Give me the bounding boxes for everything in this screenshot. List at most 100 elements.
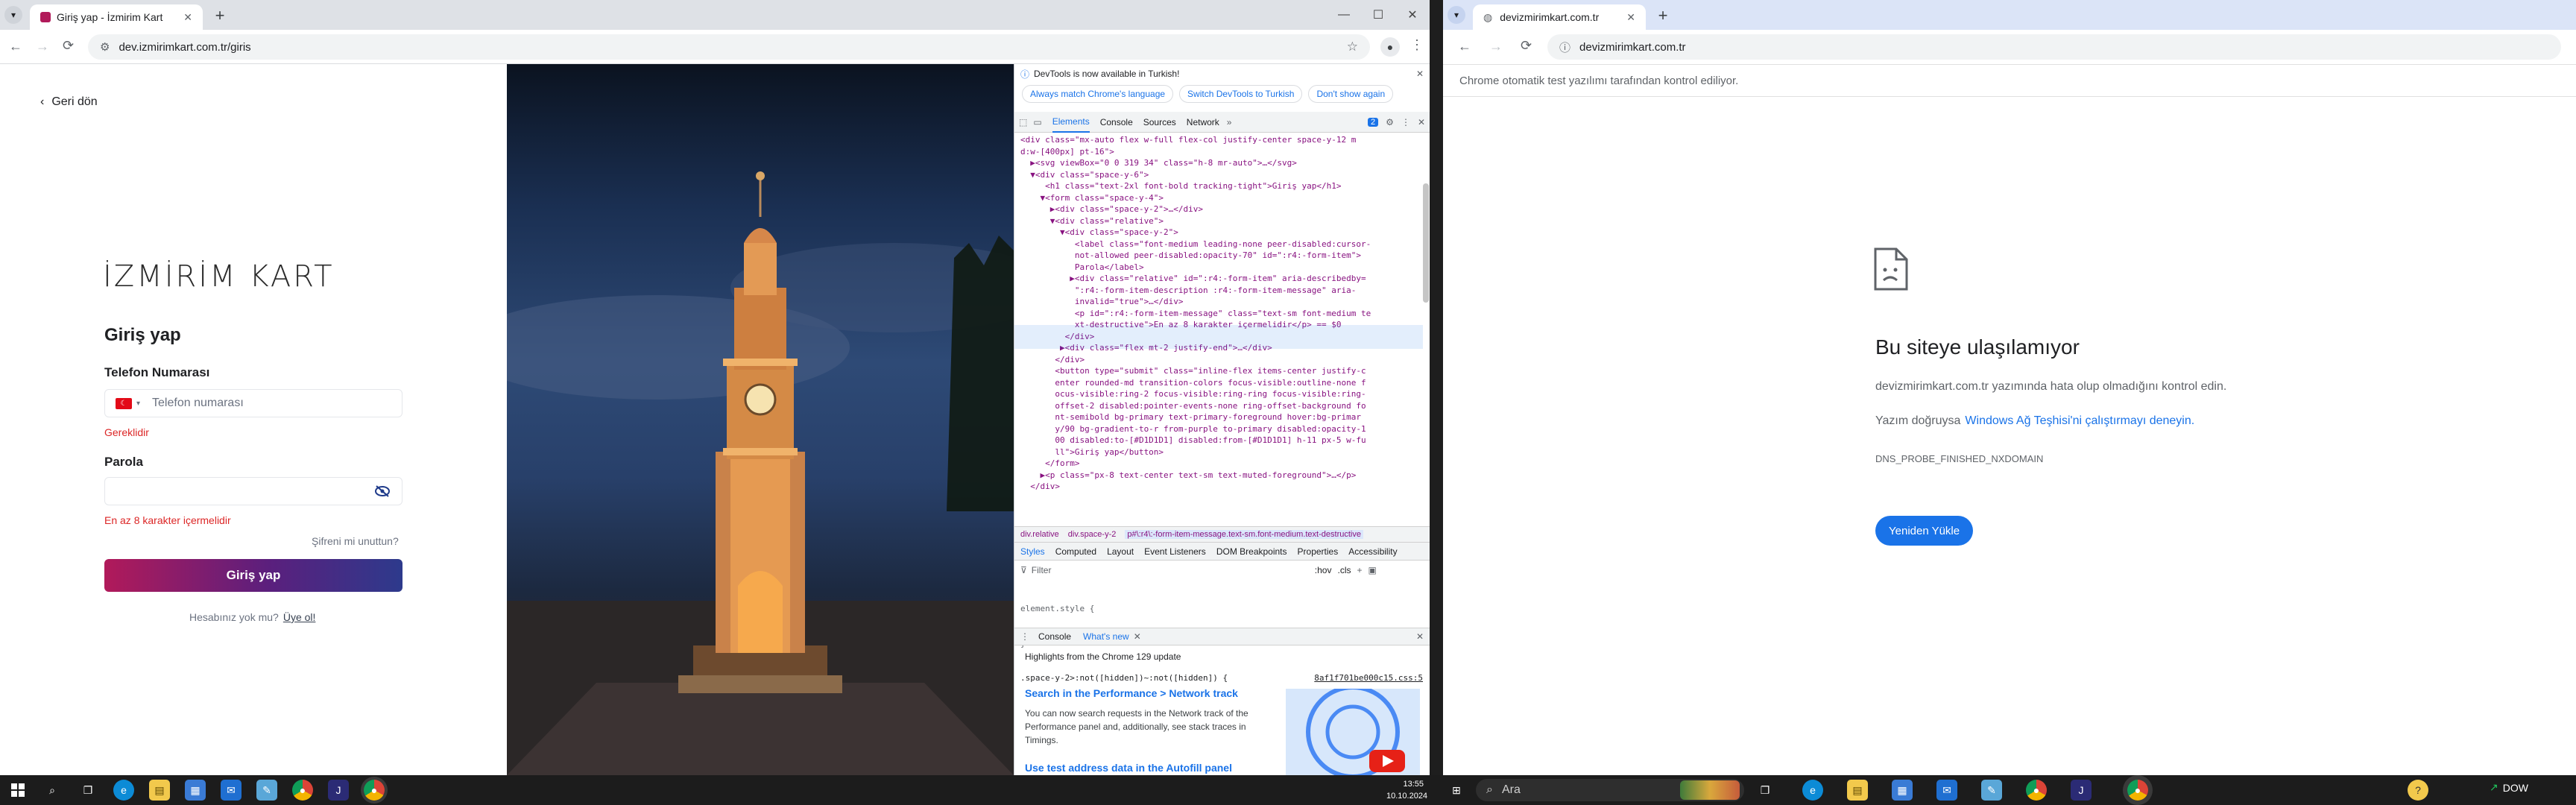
dom-tree-line[interactable]: not-allowed peer-disabled:opacity-70" id…	[1020, 250, 1423, 262]
forward-arrow-icon[interactable]: →	[36, 39, 49, 54]
breadcrumb-item-selected[interactable]: p#\:r4\:-form-item-message.text-sm.font-…	[1125, 530, 1363, 539]
tab-giris[interactable]: Giriş yap - İzmirim Kart ✕	[30, 4, 203, 30]
minimize-button[interactable]: —	[1327, 0, 1361, 30]
eye-off-icon[interactable]	[373, 482, 391, 500]
tab-styles[interactable]: Styles	[1020, 546, 1045, 557]
dom-tree-line[interactable]: ▶<div class="space-y-2">…</div>	[1020, 203, 1423, 215]
tab-elements[interactable]: Elements	[1052, 112, 1090, 133]
issues-badge[interactable]: 2	[1368, 117, 1379, 127]
drawer-tab-console[interactable]: Console	[1038, 631, 1071, 642]
menu-kebab-icon[interactable]: ⋮	[1410, 37, 1424, 53]
dom-tree-line[interactable]: ocus-visible:ring-2 focus-visible:ring-r…	[1020, 388, 1423, 400]
dom-tree-line[interactable]: <label class="font-medium leading-none p…	[1020, 239, 1423, 250]
maximize-button[interactable]: ☐	[1361, 0, 1395, 30]
dom-tree-line[interactable]: <p id=":r4:-form-item-message" class="te…	[1020, 308, 1423, 320]
breadcrumb-item[interactable]: div.relative	[1020, 530, 1059, 539]
styles-pane[interactable]: element.style { } .space-y-2>:not([hidde…	[1020, 580, 1423, 683]
inspect-element-icon[interactable]: ⬚	[1019, 117, 1027, 127]
tab-dom-breakpoints[interactable]: DOM Breakpoints	[1216, 546, 1287, 557]
back-link[interactable]: ‹ Geri dön	[40, 95, 98, 109]
close-tab-icon[interactable]: ✕	[1626, 11, 1635, 24]
back-arrow-icon[interactable]: ←	[9, 39, 22, 54]
bookmark-star-icon[interactable]: ☆	[1347, 40, 1358, 54]
dom-tree-line[interactable]: 00 disabled:to-[#D1D1D1] disabled:from-[…	[1020, 435, 1423, 446]
address-bar-right[interactable]: ⓘ devizmirimkart.com.tr	[1547, 34, 2561, 60]
switch-turkish-button[interactable]: Switch DevTools to Turkish	[1179, 85, 1303, 103]
chevron-down-icon[interactable]: ▾	[136, 400, 140, 408]
password-input[interactable]	[104, 477, 402, 505]
dom-tree-line[interactable]: <div class="mx-auto flex w-full flex-col…	[1020, 134, 1423, 146]
dom-tree-line[interactable]: ▼<div class="space-y-2">	[1020, 227, 1423, 239]
submit-button[interactable]: Giriş yap	[104, 559, 402, 592]
dom-tree-line[interactable]: ▶<p class="px-8 text-center text-sm text…	[1020, 470, 1423, 482]
reload-button[interactable]: Yeniden Yükle	[1875, 516, 1974, 546]
hov-toggle[interactable]: :hov	[1315, 565, 1332, 575]
device-toolbar-icon[interactable]: ▭	[1033, 117, 1041, 127]
dom-tree-line[interactable]: ll">Giriş yap</button>	[1020, 446, 1423, 458]
dom-tree-line[interactable]: ":r4:-form-item-description :r4:-form-it…	[1020, 285, 1423, 297]
search-icon[interactable]: ⌕	[42, 780, 63, 801]
edge-browser-icon[interactable]: e	[1802, 780, 1823, 801]
dom-tree-line[interactable]: ▼<form class="space-y-4">	[1020, 192, 1423, 204]
forward-arrow-icon[interactable]: →	[1489, 39, 1503, 54]
reload-icon[interactable]: ⟳	[1521, 38, 1532, 54]
taskbar-search-box[interactable]: ⌕ Ara	[1476, 779, 1744, 801]
news-title-network-search[interactable]: Search in the Performance > Network trac…	[1025, 687, 1278, 699]
tab-search-button[interactable]: ▾	[4, 6, 22, 24]
show-desktop-icon[interactable]: ⊞	[1446, 780, 1467, 801]
back-arrow-icon[interactable]: ←	[1458, 39, 1471, 54]
dom-tree-line[interactable]: </div>	[1020, 481, 1423, 493]
dom-tree-line[interactable]: <button type="submit" class="inline-flex…	[1020, 365, 1423, 377]
more-tabs-icon[interactable]: »	[1227, 117, 1232, 127]
notepad-icon[interactable]: ✎	[256, 780, 277, 801]
close-notice-icon[interactable]: ✕	[1416, 69, 1424, 79]
signup-link[interactable]: Üye ol!	[283, 611, 316, 623]
tab-sources[interactable]: Sources	[1143, 117, 1176, 127]
mail-icon[interactable]: ✉	[1936, 780, 1957, 801]
devtools-scrollbar[interactable]	[1423, 183, 1429, 303]
dom-tree-line[interactable]: d:w-[400px] pt-16">	[1020, 146, 1423, 158]
dom-tree-line[interactable]: Parola</label>	[1020, 262, 1423, 274]
dom-tree-line[interactable]: invalid="true">…</div>	[1020, 296, 1423, 308]
news-title-autofill[interactable]: Use test address data in the Autofill pa…	[1025, 762, 1278, 774]
tab-computed[interactable]: Computed	[1055, 546, 1096, 557]
mail-icon[interactable]: ✉	[221, 780, 242, 801]
edge-browser-icon[interactable]: e	[113, 780, 134, 801]
notepad-icon[interactable]: ✎	[1981, 780, 2002, 801]
file-explorer-icon[interactable]: ▤	[149, 780, 170, 801]
dom-tree-line[interactable]: ▼<div class="relative">	[1020, 215, 1423, 227]
dom-tree-line[interactable]: offset-2 disabled:pointer-events-none ri…	[1020, 400, 1423, 412]
chrome-icon[interactable]: ●	[292, 780, 313, 801]
forgot-password-link[interactable]: Şifreni mi unuttun?	[312, 535, 399, 547]
help-icon[interactable]: ?	[2408, 780, 2428, 801]
dom-tree-line[interactable]: ▶<svg viewBox="0 0 319 34" class="h-8 mr…	[1020, 157, 1423, 169]
tab-layout[interactable]: Layout	[1107, 546, 1134, 557]
store-icon[interactable]: ▦	[185, 780, 206, 801]
chrome-active-icon[interactable]: ●	[2127, 780, 2148, 801]
address-bar[interactable]: ⚙ dev.izmirimkart.com.tr/giris ☆	[88, 34, 1370, 60]
settings-gear-icon[interactable]: ⚙	[1386, 117, 1394, 127]
close-whats-new-icon[interactable]: ✕	[1134, 631, 1141, 642]
drawer-menu-icon[interactable]: ⋮	[1020, 631, 1029, 642]
tab-console[interactable]: Console	[1100, 117, 1133, 127]
breadcrumb-item[interactable]: div.space-y-2	[1068, 530, 1117, 539]
styles-filter-input[interactable]: Filter	[1032, 565, 1315, 575]
tab-network[interactable]: Network	[1187, 117, 1219, 127]
dom-tree-line[interactable]: </form>	[1020, 458, 1423, 470]
jetbrains-icon[interactable]: J	[2071, 780, 2092, 801]
site-info-icon[interactable]: ⓘ	[1559, 40, 1570, 55]
stock-widget[interactable]: ↗ DOW	[2490, 781, 2528, 794]
style-source-link[interactable]: 8af1f701be000c15.css:5	[1314, 672, 1423, 684]
dom-tree-line[interactable]: ▼<div class="space-y-6">	[1020, 169, 1423, 181]
chrome-icon[interactable]: ●	[2026, 780, 2047, 801]
cls-toggle[interactable]: .cls	[1337, 565, 1351, 575]
close-drawer-icon[interactable]: ✕	[1416, 631, 1424, 642]
dom-tree-line[interactable]: <h1 class="text-2xl font-bold tracking-t…	[1020, 180, 1423, 192]
add-rule-icon[interactable]: +	[1357, 565, 1362, 575]
tab-devizmirimkart[interactable]: ◍ devizmirimkart.com.tr ✕	[1473, 4, 1646, 30]
task-view-icon[interactable]: ❐	[78, 780, 98, 801]
tab-event-listeners[interactable]: Event Listeners	[1144, 546, 1206, 557]
tab-properties[interactable]: Properties	[1298, 546, 1339, 557]
close-window-button[interactable]: ✕	[1395, 0, 1430, 30]
dont-show-button[interactable]: Don't show again	[1308, 85, 1394, 103]
